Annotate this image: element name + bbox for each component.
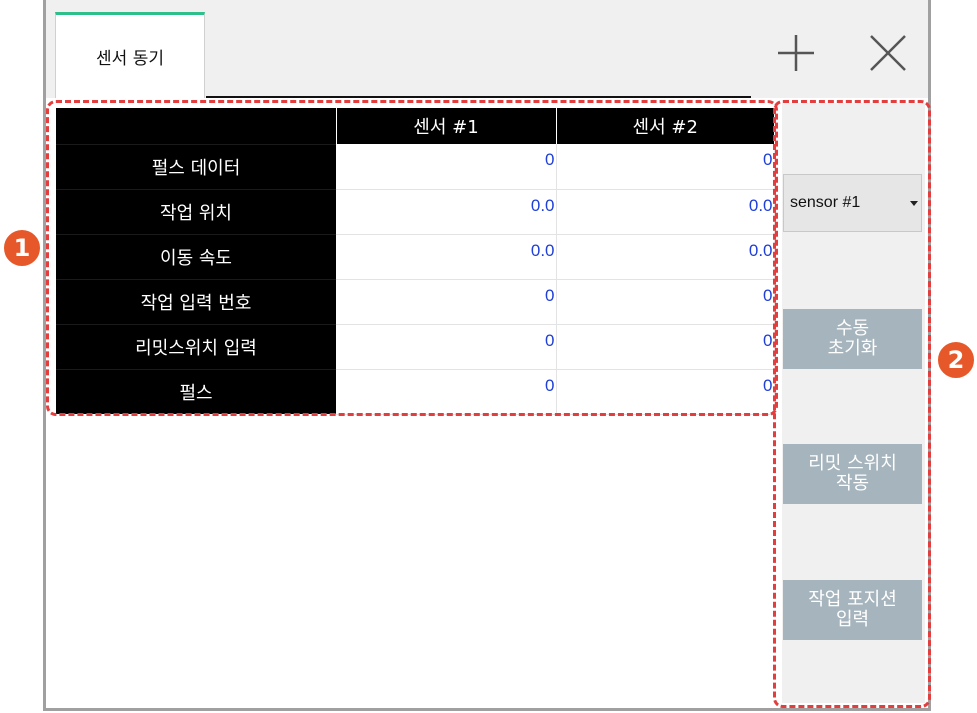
position-input-button[interactable]: 작업 포지션 입력 [783,580,922,640]
cell-work-input-number-sensor-1: 0 [336,279,557,325]
close-icon [870,35,906,71]
manual-init-button[interactable]: 수동 초기화 [783,309,922,369]
table-header-sensor-1: 센서 #1 [336,108,557,144]
row-label-pulse-data: 펄스 데이터 [56,143,336,189]
cell-pulse-data-sensor-2: 0 [556,144,775,190]
close-tab-button[interactable] [863,28,913,78]
table-row: 작업 위치 0.0 0.0 [56,188,775,235]
sensor-table: 센서 #1 센서 #2 펄스 데이터 0 0 작업 위치 0.0 0.0 이동 … [56,108,775,415]
tab-content: 센서 #1 센서 #2 펄스 데이터 0 0 작업 위치 0.0 0.0 이동 … [46,98,928,708]
row-label-work-input-number: 작업 입력 번호 [56,278,336,324]
cell-pulse-sensor-1: 0 [336,369,557,415]
table-row: 작업 입력 번호 0 0 [56,278,775,325]
table-row: 리밋스위치 입력 0 0 [56,323,775,370]
side-panel: sensor #1 수동 초기화 리밋 스위치 작동 작업 포지션 입력 [782,103,925,703]
dropdown-arrow-icon [910,201,918,206]
cell-move-speed-sensor-2: 0.0 [556,234,775,280]
table-row: 이동 속도 0.0 0.0 [56,233,775,280]
row-label-limit-switch-input: 리밋스위치 입력 [56,323,336,369]
annotation-badge-2: 2 [936,340,976,380]
add-tab-button[interactable] [771,28,821,78]
tab-bar: 센서 동기 [46,0,928,98]
cell-pulse-data-sensor-1: 0 [336,144,557,190]
cell-work-position-sensor-1: 0.0 [336,189,557,235]
tab-label: 센서 동기 [96,49,164,69]
table-header-row: 센서 #1 센서 #2 [56,108,774,144]
sensor-window: 센서 동기 센서 #1 센서 #2 펄스 데이터 0 0 작업 위치 0.0 0… [43,0,931,711]
limit-switch-button[interactable]: 리밋 스위치 작동 [783,444,922,504]
row-label-pulse: 펄스 [56,368,336,414]
table-header-sensor-2: 센서 #2 [556,108,774,144]
tab-sensor-sync[interactable]: 센서 동기 [55,12,205,98]
cell-limit-switch-input-sensor-1: 0 [336,324,557,370]
annotation-badge-1: 1 [2,228,42,268]
row-label-work-position: 작업 위치 [56,188,336,234]
cell-move-speed-sensor-1: 0.0 [336,234,557,280]
cell-work-position-sensor-2: 0.0 [556,189,775,235]
table-row: 펄스 데이터 0 0 [56,143,775,190]
sensor-select[interactable]: sensor #1 [783,174,922,232]
cell-limit-switch-input-sensor-2: 0 [556,324,775,370]
table-row: 펄스 0 0 [56,368,775,415]
plus-icon [778,35,814,71]
table-header-corner [56,108,337,144]
row-label-move-speed: 이동 속도 [56,233,336,279]
cell-work-input-number-sensor-2: 0 [556,279,775,325]
sensor-select-value: sensor #1 [790,194,861,211]
cell-pulse-sensor-2: 0 [556,369,775,415]
